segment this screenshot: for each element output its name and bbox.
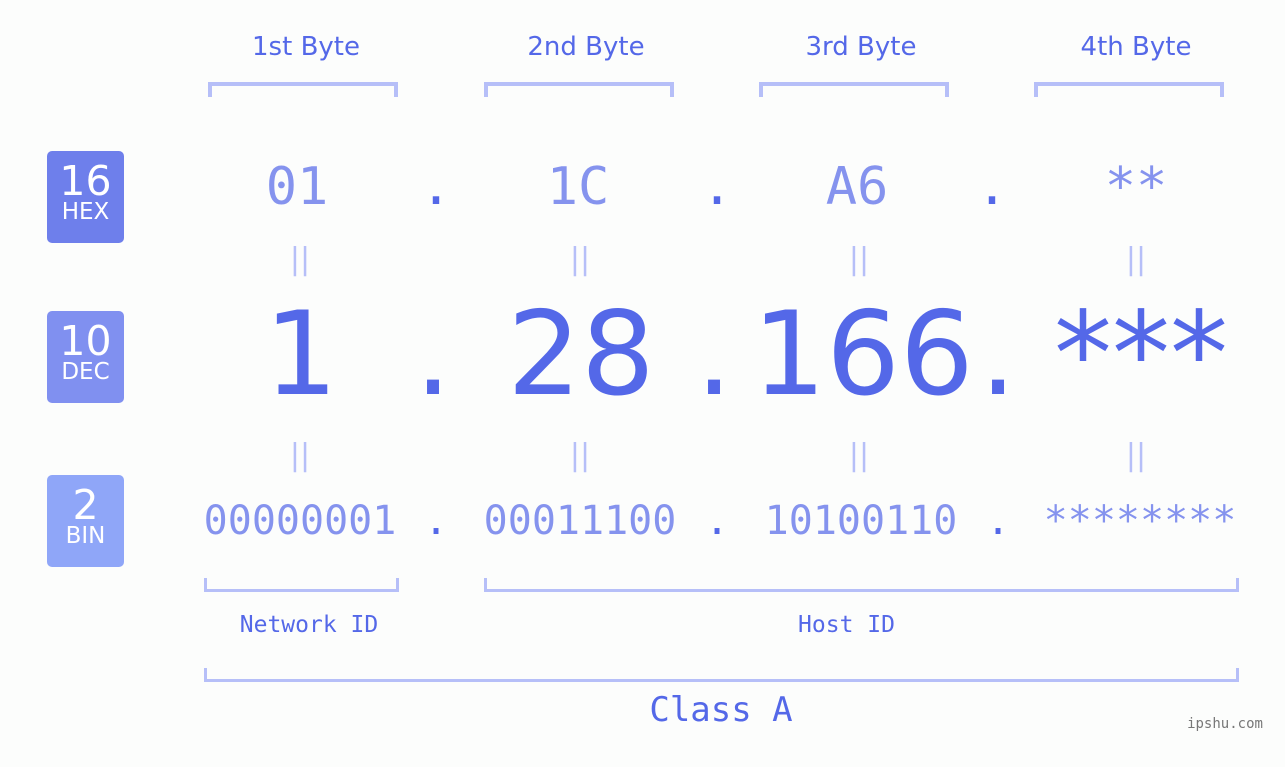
byte-bracket-2 [484, 82, 674, 97]
equals-dec-bin-2: || [569, 438, 591, 473]
dec-byte-4: *** [1054, 287, 1228, 422]
dec-separator-2: . [695, 287, 733, 422]
hex-byte-1: 01 [265, 157, 329, 217]
bin-badge-unit: BIN [65, 523, 106, 549]
bin-separator-3: . [985, 498, 1011, 544]
equals-dec-bin-3: || [848, 438, 870, 473]
byte-bracket-3 [759, 82, 949, 97]
dec-byte-1: 1 [264, 287, 338, 422]
equals-hex-dec-4: || [1125, 242, 1147, 277]
network-id-label: Network ID [239, 612, 379, 638]
dec-byte-3: 166 [752, 287, 974, 422]
bin-byte-1: 00000001 [203, 498, 397, 544]
byte-header-4: 4th Byte [1080, 32, 1192, 62]
byte-header-1: 1st Byte [252, 32, 360, 62]
byte-bracket-1 [208, 82, 398, 97]
hex-byte-3: A6 [825, 157, 889, 217]
bin-badge-number: 2 [72, 481, 99, 529]
equals-hex-dec-3: || [848, 242, 870, 277]
bin-byte-3: 10100110 [764, 498, 958, 544]
bin-byte-2: 00011100 [483, 498, 677, 544]
class-label: Class A [649, 690, 793, 730]
hex-separator-2: . [701, 157, 733, 217]
bin-separator-2: . [704, 498, 730, 544]
bin-separator-1: . [423, 498, 449, 544]
dec-separator-3: . [979, 287, 1017, 422]
host-id-bracket [484, 578, 1239, 592]
hex-badge: 16 HEX [47, 151, 124, 243]
network-id-bracket [204, 578, 399, 592]
class-bracket [204, 668, 1239, 682]
dec-byte-2: 28 [507, 287, 655, 422]
equals-hex-dec-1: || [289, 242, 311, 277]
host-id-label: Host ID [798, 612, 895, 638]
dec-badge-number: 10 [59, 317, 112, 365]
bin-badge: 2 BIN [47, 475, 124, 567]
equals-dec-bin-1: || [289, 438, 311, 473]
hex-separator-3: . [976, 157, 1008, 217]
hex-byte-4: ** [1104, 157, 1168, 217]
byte-header-2: 2nd Byte [527, 32, 645, 62]
hex-separator-1: . [420, 157, 452, 217]
hex-badge-number: 16 [59, 157, 112, 205]
equals-hex-dec-2: || [569, 242, 591, 277]
hex-byte-2: 1C [546, 157, 610, 217]
equals-dec-bin-4: || [1125, 438, 1147, 473]
watermark: ipshu.com [1187, 716, 1263, 732]
dec-separator-1: . [414, 287, 452, 422]
bin-byte-4: ******** [1043, 498, 1237, 544]
byte-header-3: 3rd Byte [805, 32, 917, 62]
byte-bracket-4 [1034, 82, 1224, 97]
dec-badge: 10 DEC [47, 311, 124, 403]
